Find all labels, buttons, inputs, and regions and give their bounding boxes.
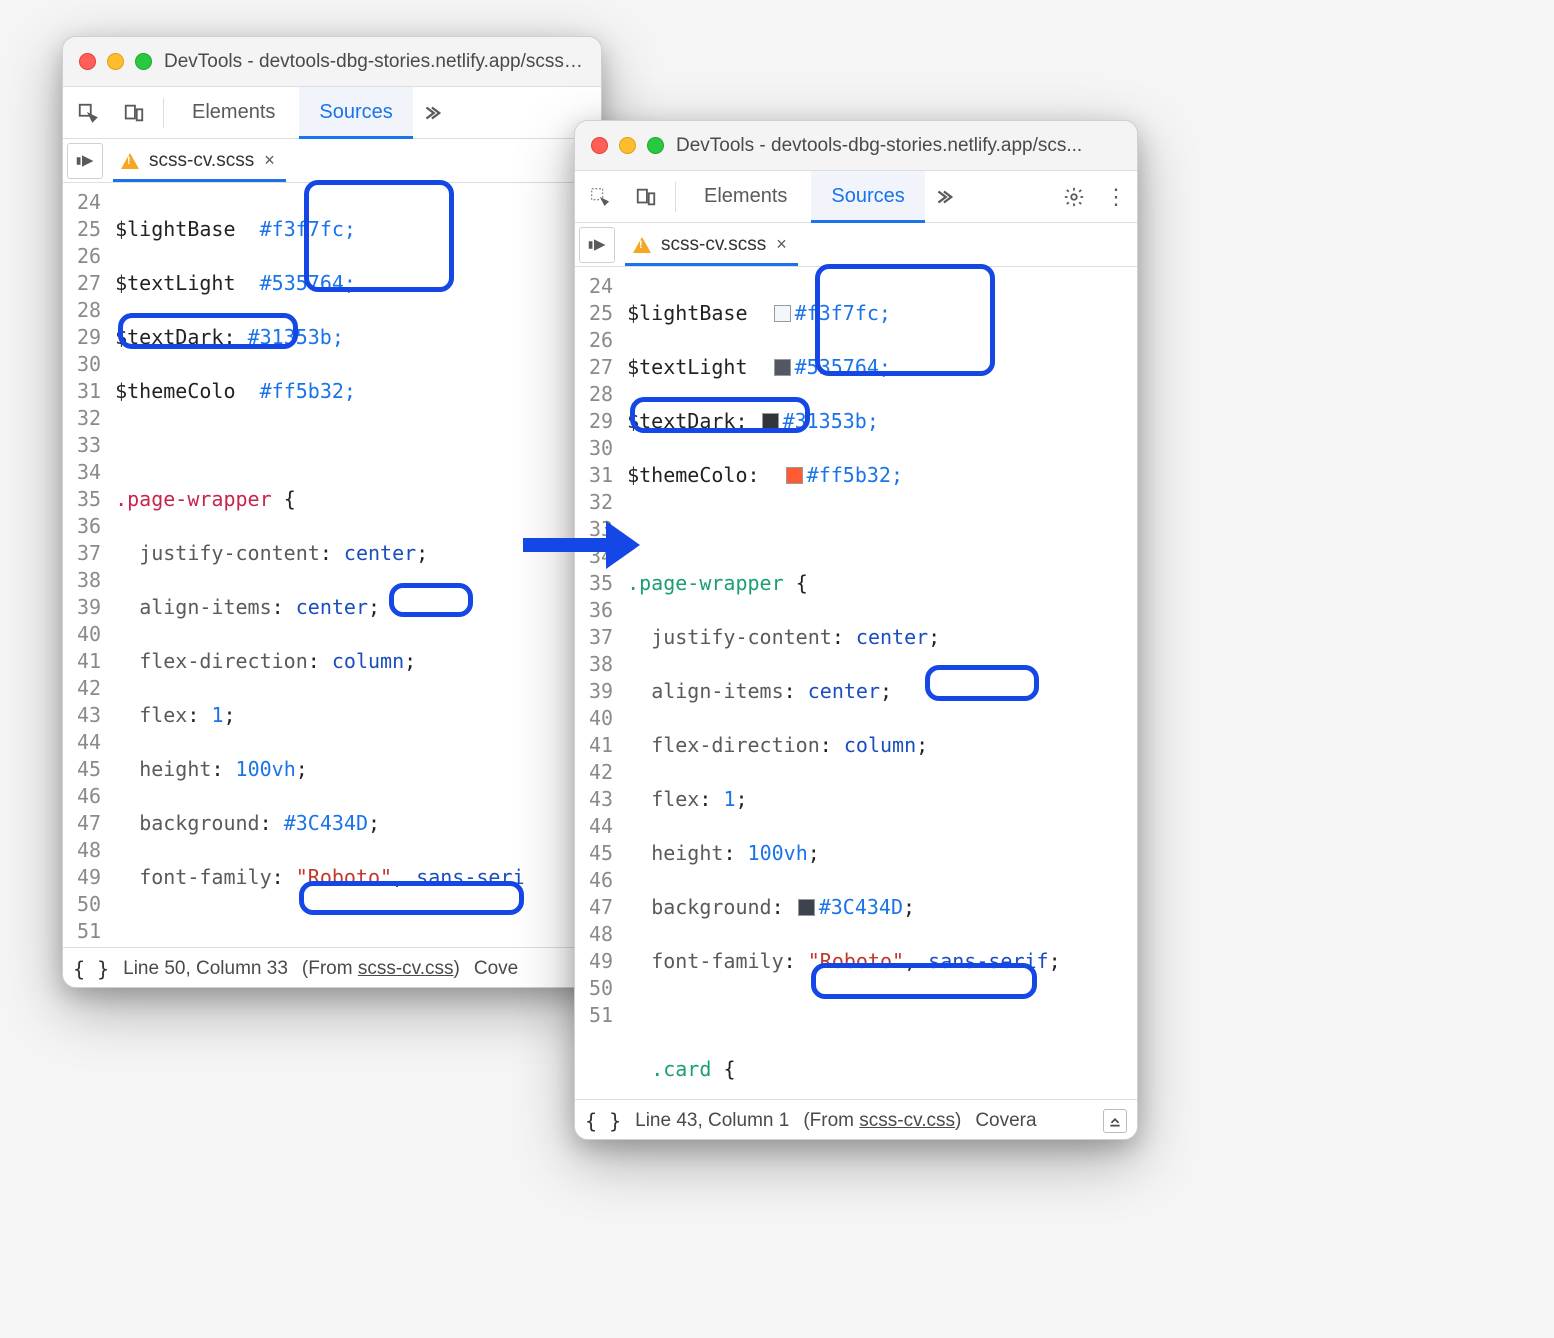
maximize-window-button[interactable] xyxy=(647,137,664,154)
line-gutter: 24252627 28293031 32333435 36373839 4041… xyxy=(575,267,621,1099)
color-swatch[interactable] xyxy=(774,359,791,376)
file-tab-scss[interactable]: scss-cv.scss × xyxy=(113,140,286,182)
more-tabs-icon[interactable] xyxy=(417,102,445,124)
drawer-toggle-icon[interactable] xyxy=(1103,1109,1127,1133)
cursor-position: Line 50, Column 33 xyxy=(123,958,288,980)
tab-elements[interactable]: Elements xyxy=(684,171,807,223)
coverage-label[interactable]: Cove xyxy=(474,958,518,980)
navigator-toggle-icon[interactable] xyxy=(579,227,615,263)
sourcemap-info: (From scss-cv.css) xyxy=(302,958,460,980)
separator xyxy=(163,98,164,128)
sourcemap-info: (From scss-cv.css) xyxy=(803,1110,961,1132)
title-bar: DevTools - devtools-dbg-stories.netlify.… xyxy=(575,121,1137,171)
navigator-toggle-icon[interactable] xyxy=(67,143,103,179)
inspect-icon[interactable] xyxy=(579,186,621,208)
file-tabs-bar: scss-cv.scss × xyxy=(575,223,1137,267)
close-tab-icon[interactable]: × xyxy=(776,234,794,255)
cursor-position: Line 43, Column 1 xyxy=(635,1110,789,1132)
warning-icon xyxy=(121,153,139,169)
coverage-label[interactable]: Covera xyxy=(975,1110,1036,1132)
device-toggle-icon[interactable] xyxy=(625,186,667,208)
close-window-button[interactable] xyxy=(591,137,608,154)
format-icon[interactable]: { } xyxy=(585,1109,621,1133)
file-tabs-bar: scss-cv.scss × xyxy=(63,139,601,183)
minimize-window-button[interactable] xyxy=(619,137,636,154)
maximize-window-button[interactable] xyxy=(135,53,152,70)
arrow-icon xyxy=(520,515,640,580)
close-tab-icon[interactable]: × xyxy=(264,150,282,171)
code-content[interactable]: $lightBase #f3f7fc; $textLight #535764; … xyxy=(621,267,1137,1099)
color-swatch[interactable] xyxy=(786,467,803,484)
window-title: DevTools - devtools-dbg-stories.netlify.… xyxy=(676,135,1082,157)
tab-sources[interactable]: Sources xyxy=(811,171,924,223)
warning-icon xyxy=(633,237,651,253)
inspect-icon[interactable] xyxy=(67,102,109,124)
separator xyxy=(675,182,676,212)
device-toggle-icon[interactable] xyxy=(113,102,155,124)
more-tabs-icon[interactable] xyxy=(929,186,957,208)
close-window-button[interactable] xyxy=(79,53,96,70)
traffic-lights xyxy=(79,53,152,70)
main-tabs: Elements Sources xyxy=(63,87,601,139)
format-icon[interactable]: { } xyxy=(73,957,109,981)
file-tab-scss[interactable]: scss-cv.scss × xyxy=(625,224,798,266)
color-swatch[interactable] xyxy=(798,899,815,916)
file-tab-label: scss-cv.scss xyxy=(661,234,766,256)
main-tabs: Elements Sources ⋮ xyxy=(575,171,1137,223)
devtools-window-right: DevTools - devtools-dbg-stories.netlify.… xyxy=(574,120,1138,1140)
code-editor[interactable]: 24252627 28293031 32333435 36373839 4041… xyxy=(575,267,1137,1099)
traffic-lights xyxy=(591,137,664,154)
window-title: DevTools - devtools-dbg-stories.netlify.… xyxy=(164,51,585,73)
status-bar: { } Line 50, Column 33 (From scss-cv.css… xyxy=(63,947,601,988)
kebab-menu-icon[interactable]: ⋮ xyxy=(1105,192,1127,202)
tab-elements[interactable]: Elements xyxy=(172,87,295,139)
minimize-window-button[interactable] xyxy=(107,53,124,70)
color-swatch[interactable] xyxy=(762,413,779,430)
settings-icon[interactable] xyxy=(1053,186,1095,208)
color-swatch[interactable] xyxy=(774,305,791,322)
line-gutter: 24252627 28293031 32333435 36373839 4041… xyxy=(63,183,109,947)
file-tab-label: scss-cv.scss xyxy=(149,150,254,172)
title-bar: DevTools - devtools-dbg-stories.netlify.… xyxy=(63,37,601,87)
devtools-window-left: DevTools - devtools-dbg-stories.netlify.… xyxy=(62,36,602,988)
tab-sources[interactable]: Sources xyxy=(299,87,412,139)
status-bar: { } Line 43, Column 1 (From scss-cv.css)… xyxy=(575,1099,1137,1140)
